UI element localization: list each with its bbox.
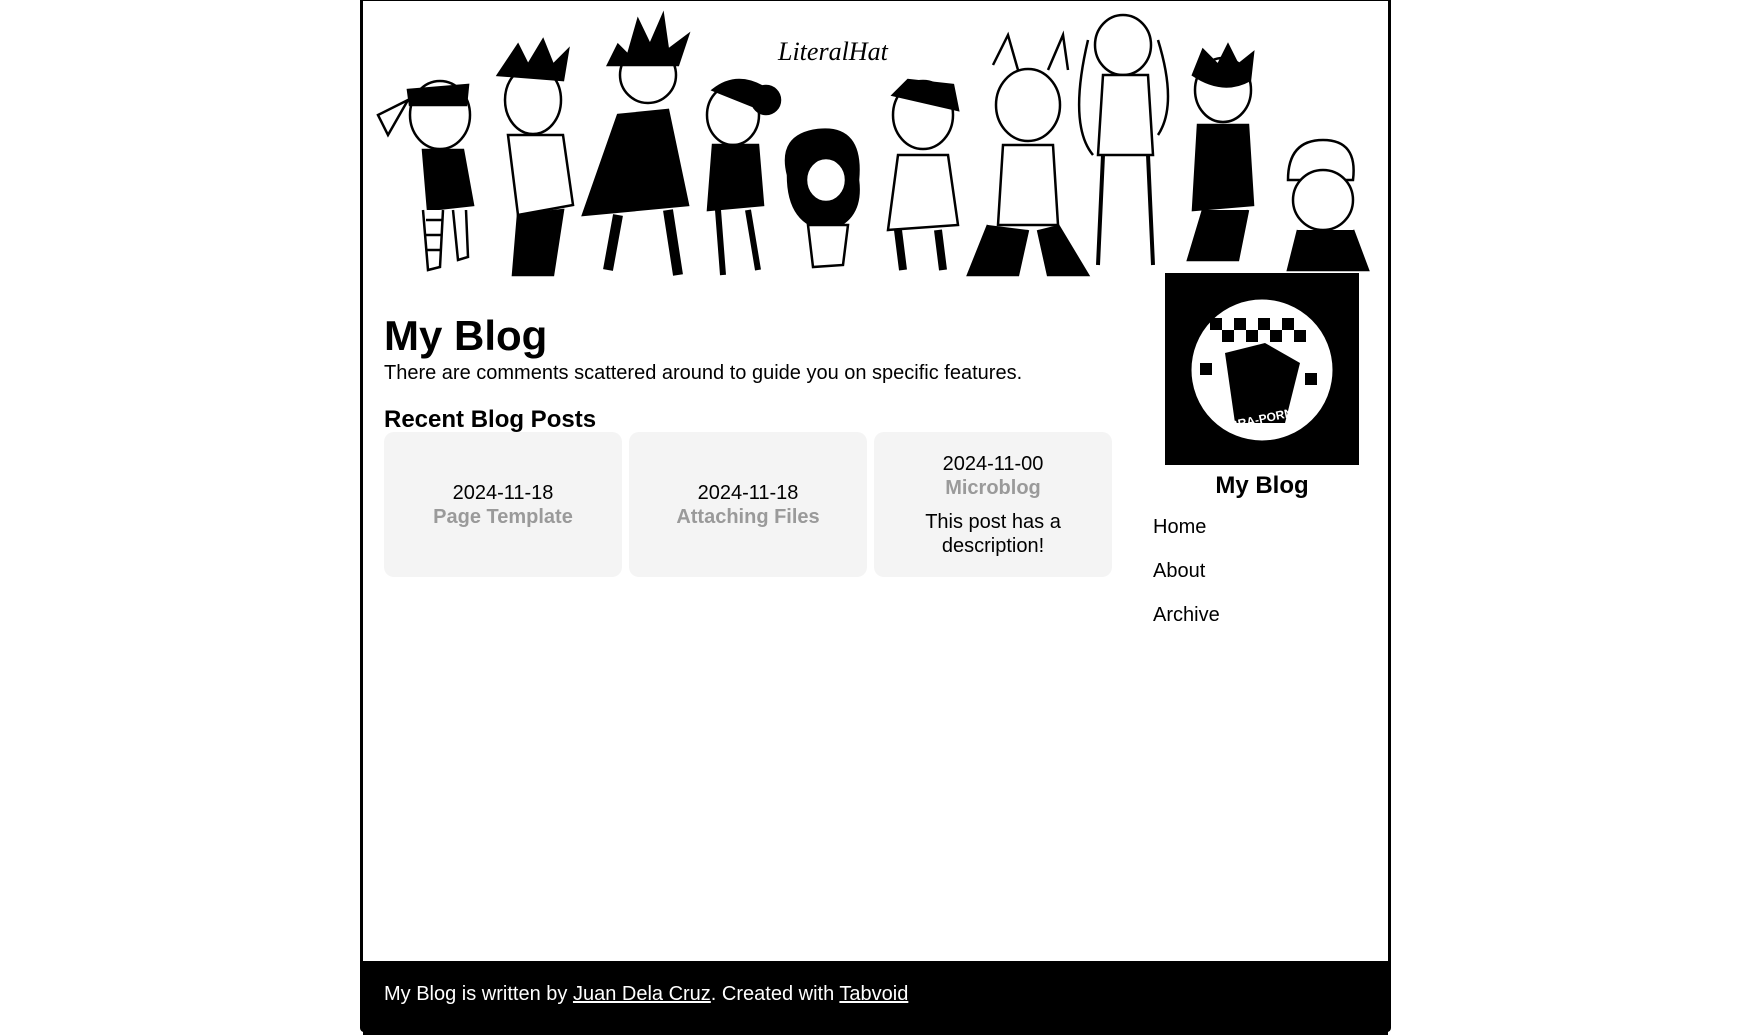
post-card[interactable]: 2024-11-18 Attaching Files <box>629 432 867 577</box>
tabvoid-link[interactable]: Tabvoid <box>839 983 908 1005</box>
nav-link-about[interactable]: About <box>1153 559 1371 583</box>
nav-link-archive[interactable]: Archive <box>1153 603 1371 627</box>
post-description: This post has a description! <box>925 510 1061 557</box>
sidebar-nav: Home About Archive <box>1153 515 1371 627</box>
header-banner-image: LiteralHat <box>368 5 1383 289</box>
sidebar-logo-image: BRA-PORN <box>1165 273 1359 465</box>
recent-posts-heading: Recent Blog Posts <box>384 406 597 433</box>
post-date: 2024-11-18 <box>452 481 554 504</box>
post-card[interactable]: 2024-11-18 Page Template <box>384 432 622 577</box>
post-card-list: 2024-11-18 Page Template 2024-11-18 Atta… <box>384 432 1112 577</box>
post-title-link[interactable]: Page Template <box>433 505 573 529</box>
signature-text: LiteralHat <box>777 37 889 66</box>
post-date: 2024-11-18 <box>697 481 799 504</box>
author-link[interactable]: Juan Dela Cruz <box>573 983 711 1005</box>
page-title: My Blog <box>384 312 548 359</box>
sidebar-title: My Blog <box>1215 472 1309 499</box>
footer-prefix: My Blog is written by <box>384 983 573 1005</box>
footer: My Blog is written by Juan Dela Cruz. Cr… <box>363 961 1388 1035</box>
main-content: My Blog There are comments scattered aro… <box>384 313 1144 434</box>
footer-middle: . Created with <box>710 983 840 1005</box>
page-description: There are comments scattered around to g… <box>384 362 1023 384</box>
post-date: 2024-11-00 <box>942 452 1044 475</box>
sidebar: My Blog Home About Archive <box>1153 471 1371 647</box>
post-title-link[interactable]: Attaching Files <box>676 505 819 529</box>
nav-link-home[interactable]: Home <box>1153 515 1371 539</box>
page-frame: LiteralHat BRA-PORN My Blog There are co… <box>360 0 1391 1035</box>
post-title-link[interactable]: Microblog <box>945 476 1041 500</box>
post-card[interactable]: 2024-11-00 Microblog This post has a des… <box>874 432 1112 577</box>
